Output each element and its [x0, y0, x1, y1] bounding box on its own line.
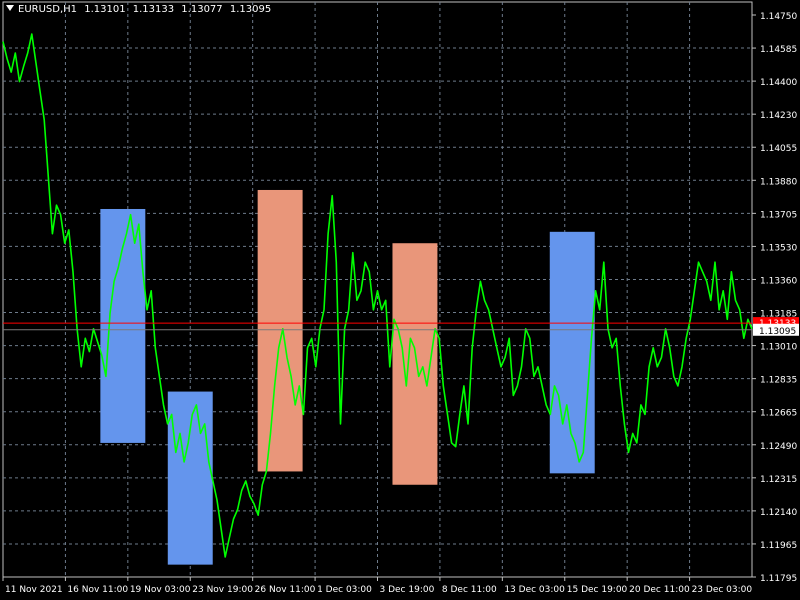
y-tick-label: 1.14055: [760, 144, 797, 154]
y-tick-label: 1.14230: [760, 111, 797, 121]
y-tick-label: 1.11965: [760, 541, 797, 551]
signal-box-salmon: [257, 189, 303, 472]
price-chart[interactable]: 1.131331.13095 1.147501.145851.144001.14…: [0, 0, 800, 600]
y-tick-label: 1.13530: [760, 243, 797, 253]
x-tick-label: 20 Dec 11:00: [629, 585, 690, 595]
x-tick-label: 26 Nov 11:00: [255, 585, 316, 595]
price-axis: 1.14750 1.14585 1.14400 1.14230 1.14055 1.138…: [752, 12, 797, 584]
y-tick-label: 1.13360: [760, 276, 797, 286]
x-tick-label: 23 Nov 19:00: [192, 585, 253, 595]
x-tick-label: 3 Dec 19:00: [380, 585, 435, 595]
y-tick-label: 1.12315: [760, 475, 797, 485]
y-tick-label: 1.12835: [760, 376, 797, 386]
x-tick-label: 13 Dec 03:00: [504, 585, 565, 595]
y-tick-label: 1.14585: [760, 45, 797, 55]
x-tick-label: 15 Dec 19:00: [567, 585, 628, 595]
y-tick-label: 1.11795: [760, 574, 797, 584]
y-tick-label: 1.13880: [760, 177, 797, 187]
x-tick-label: 16 Nov 11:00: [67, 585, 128, 595]
y-tick-label: 1.14750: [760, 12, 797, 22]
x-tick-label: 19 Nov 03:00: [130, 585, 191, 595]
current-price-label: 1.13095: [759, 327, 796, 337]
x-tick-label: 1 Dec 03:00: [317, 585, 372, 595]
y-tick-label: 1.12490: [760, 442, 797, 452]
y-tick-label: 1.12140: [760, 508, 797, 518]
y-tick-label: 1.14400: [760, 78, 797, 88]
y-tick-label: 1.12665: [760, 409, 797, 419]
time-axis: 11 Nov 2021 16 Nov 11:00 19 Nov 03:00 23 No…: [2, 577, 753, 595]
y-tick-label: 1.13185: [760, 310, 797, 320]
x-tick-label: 11 Nov 2021: [5, 585, 63, 595]
x-tick-label: 8 Dec 11:00: [442, 585, 497, 595]
x-tick-label: 23 Dec 03:00: [692, 585, 753, 595]
y-tick-label: 1.13705: [760, 210, 797, 220]
y-tick-label: 1.13010: [760, 343, 797, 353]
signal-box-blue: [167, 391, 213, 565]
